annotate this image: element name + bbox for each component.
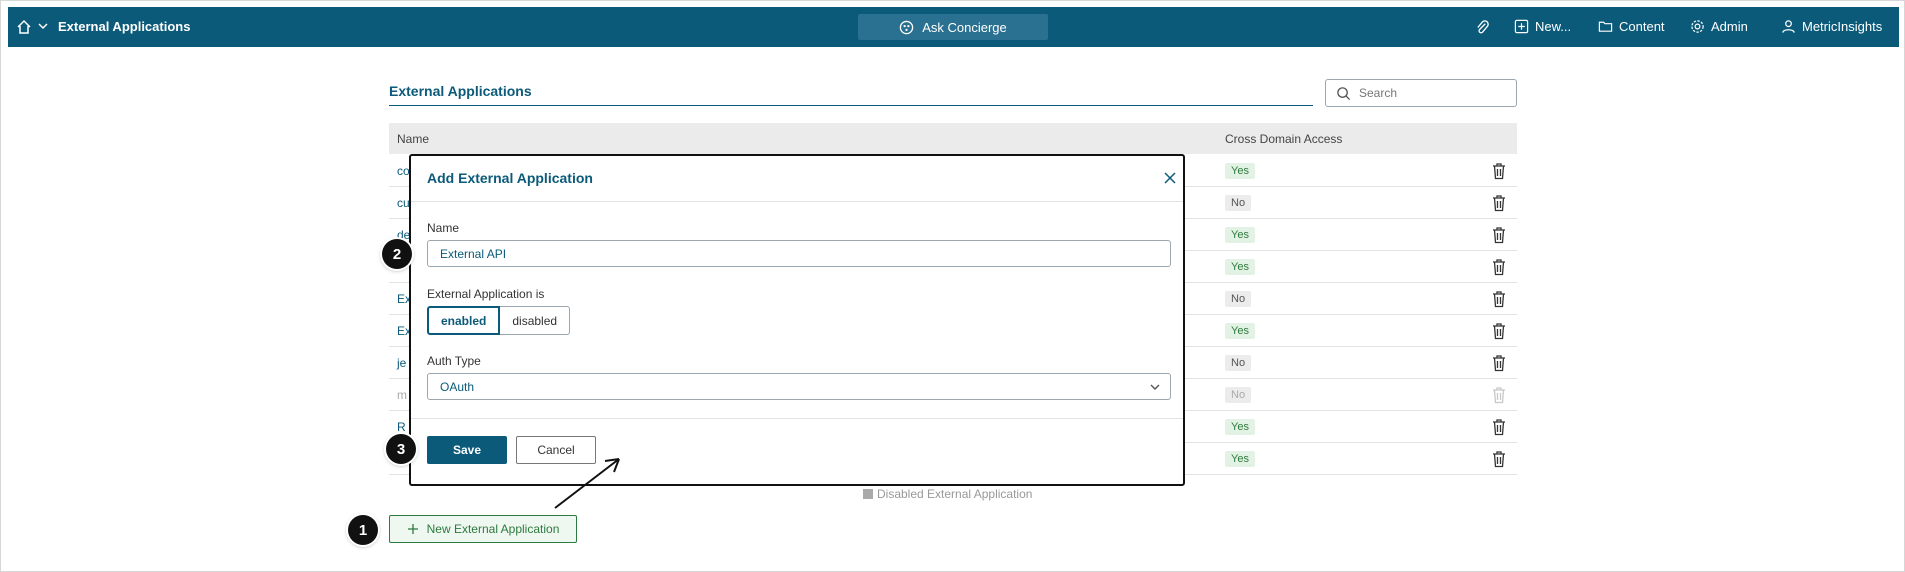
- step-marker-3: 3: [386, 434, 416, 464]
- save-button[interactable]: Save: [427, 436, 507, 464]
- trash-icon[interactable]: [1491, 418, 1507, 436]
- table-header: Name Cross Domain Access: [389, 123, 1517, 154]
- page-title: External Applications: [58, 19, 191, 34]
- section-divider: [389, 105, 1313, 106]
- admin-menu[interactable]: Admin: [1690, 19, 1748, 34]
- step-marker-2: 2: [382, 239, 412, 269]
- name-input[interactable]: External API: [427, 240, 1171, 267]
- plus-icon: [407, 524, 418, 534]
- chevron-down-icon[interactable]: [38, 21, 48, 31]
- cross-domain-badge: No: [1225, 387, 1252, 403]
- dialog-footer-divider: [411, 418, 1183, 419]
- step-marker-1: 1: [348, 515, 378, 545]
- trash-icon[interactable]: [1491, 162, 1507, 180]
- column-header-name[interactable]: Name: [397, 132, 429, 146]
- content-menu-label: Content: [1619, 19, 1665, 34]
- row-name-link[interactable]: m: [397, 388, 407, 402]
- search-placeholder: Search: [1359, 86, 1398, 100]
- concierge-label: Ask Concierge: [922, 19, 1007, 35]
- new-external-application-button[interactable]: New External Application: [389, 515, 577, 543]
- dialog-header-divider: [411, 201, 1183, 202]
- user-menu[interactable]: MetricInsights: [1781, 19, 1882, 34]
- close-icon[interactable]: [1163, 171, 1177, 185]
- user-menu-label: MetricInsights: [1802, 19, 1883, 34]
- paperclip-icon[interactable]: [1475, 20, 1490, 35]
- gear-icon: [1691, 20, 1704, 33]
- search-icon: [1337, 86, 1351, 100]
- trash-icon[interactable]: [1491, 290, 1507, 308]
- auth-type-label: Auth Type: [427, 354, 481, 368]
- legend-label: Disabled External Application: [877, 487, 1033, 501]
- trash-icon[interactable]: [1491, 354, 1507, 372]
- trash-icon[interactable]: [1491, 386, 1507, 404]
- new-external-application-label: New External Application: [426, 522, 560, 536]
- user-icon: [1782, 20, 1795, 33]
- auth-type-value: OAuth: [440, 380, 475, 394]
- cross-domain-badge: Yes: [1225, 419, 1255, 435]
- app-window: External Applications Ask Concierge New.…: [0, 0, 1905, 572]
- cross-domain-badge: Yes: [1225, 163, 1255, 179]
- concierge-icon: [899, 20, 914, 34]
- add-external-application-dialog: Add External Application Name External A…: [409, 154, 1185, 486]
- new-menu[interactable]: New...: [1514, 19, 1571, 34]
- ask-concierge-button[interactable]: Ask Concierge: [858, 14, 1048, 40]
- new-menu-label: New...: [1535, 19, 1572, 34]
- cross-domain-badge: Yes: [1225, 451, 1255, 467]
- row-name-link[interactable]: je: [397, 356, 406, 370]
- home-icon[interactable]: [16, 19, 32, 35]
- chevron-down-icon: [1150, 384, 1160, 390]
- row-name-link[interactable]: co: [397, 164, 410, 178]
- cross-domain-badge: Yes: [1225, 227, 1255, 243]
- trash-icon[interactable]: [1491, 194, 1507, 212]
- trash-icon[interactable]: [1491, 258, 1507, 276]
- section-title: External Applications: [389, 83, 532, 99]
- name-label: Name: [427, 221, 460, 235]
- status-enabled-option[interactable]: enabled: [427, 306, 501, 335]
- trash-icon[interactable]: [1491, 322, 1507, 340]
- top-bar: External Applications Ask Concierge New.…: [8, 7, 1899, 47]
- disabled-legend: Disabled External Application: [863, 487, 1032, 501]
- cross-domain-badge: No: [1225, 195, 1252, 211]
- admin-menu-label: Admin: [1711, 19, 1748, 34]
- search-input[interactable]: Search: [1325, 79, 1517, 107]
- status-label: External Application is: [427, 287, 545, 301]
- legend-swatch: [863, 489, 873, 499]
- status-disabled-option[interactable]: disabled: [500, 306, 571, 335]
- row-name-link[interactable]: cu: [397, 196, 410, 210]
- row-name-link[interactable]: R: [397, 420, 406, 434]
- cross-domain-badge: No: [1225, 291, 1252, 307]
- trash-icon[interactable]: [1491, 450, 1507, 468]
- auth-type-select[interactable]: OAuth: [427, 373, 1171, 400]
- cross-domain-badge: Yes: [1225, 259, 1255, 275]
- dialog-title: Add External Application: [427, 170, 593, 186]
- cross-domain-badge: No: [1225, 355, 1252, 371]
- folder-icon: [1598, 21, 1613, 32]
- status-toggle: enabled disabled: [427, 306, 571, 335]
- column-header-cross-domain[interactable]: Cross Domain Access: [1225, 132, 1342, 146]
- plus-square-icon: [1514, 19, 1529, 34]
- cross-domain-badge: Yes: [1225, 323, 1255, 339]
- content-menu[interactable]: Content: [1598, 19, 1665, 34]
- trash-icon[interactable]: [1491, 226, 1507, 244]
- annotation-arrow: [554, 458, 620, 509]
